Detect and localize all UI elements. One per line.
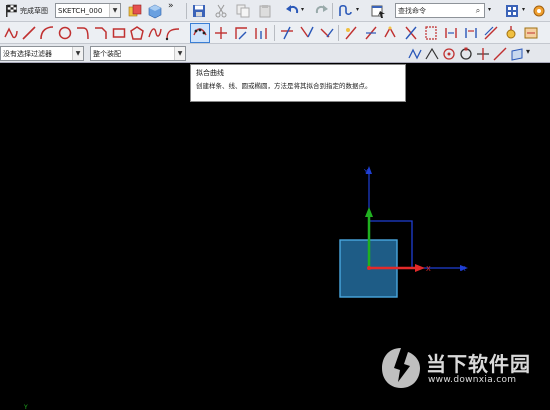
toolbar-separator — [332, 3, 333, 19]
view-cube-icon[interactable] — [146, 2, 164, 20]
csys-y-label: Y — [363, 168, 369, 176]
settings-icon[interactable] — [530, 2, 548, 20]
sketch-name-select[interactable]: SKETCH_000 ▼ — [55, 3, 121, 18]
overflow-chevron-icon[interactable]: » — [168, 1, 174, 11]
snap-on-curve-icon[interactable] — [491, 45, 509, 63]
sketch-y-arrowhead — [365, 207, 373, 217]
make-corner-icon[interactable] — [318, 24, 336, 42]
fillet-icon[interactable] — [74, 24, 92, 42]
snap-curve-icon[interactable] — [406, 45, 424, 63]
toolbar-separator — [274, 25, 275, 41]
command-search-placeholder: 查找命令 — [398, 6, 426, 15]
point-icon[interactable] — [212, 24, 230, 42]
toolbar-separator — [186, 3, 187, 19]
sketch-x-arrowhead — [415, 264, 425, 272]
undo-icon[interactable] — [284, 2, 302, 20]
selection-filter-bar: 没有选择过滤器 ▼ 整个装配 ▼ ▾ — [0, 44, 550, 63]
derived-lines-icon[interactable] — [252, 24, 270, 42]
animate-dimension-icon[interactable] — [462, 24, 480, 42]
circle-icon[interactable] — [56, 24, 74, 42]
polygon-icon[interactable] — [128, 24, 146, 42]
profile-icon[interactable] — [2, 24, 20, 42]
sketch-curve-toolbar — [0, 22, 550, 44]
csys-x-label: X — [461, 265, 466, 273]
reattach-icon[interactable] — [126, 2, 144, 20]
convert-reference-icon[interactable] — [422, 24, 440, 42]
command-search-input[interactable]: 查找命令 ⌕ — [395, 3, 485, 18]
copy-icon[interactable] — [234, 2, 252, 20]
paste-icon[interactable] — [256, 2, 274, 20]
sketch-origin-point[interactable] — [367, 266, 371, 270]
selection-scope-select[interactable]: 整个装配 ▼ — [90, 46, 186, 61]
watermark-text: 当下软件园 — [426, 352, 531, 376]
layout-dropdown-icon[interactable]: ▾ — [522, 6, 525, 13]
cut-icon[interactable] — [212, 2, 230, 20]
finish-sketch-flag-icon[interactable] — [2, 2, 20, 20]
type-filter-value: 没有选择过滤器 — [3, 49, 52, 58]
rectangle-icon[interactable] — [110, 24, 128, 42]
constraint-icon[interactable] — [342, 24, 360, 42]
save-icon[interactable] — [190, 2, 208, 20]
sketch-name-value: SKETCH_000 — [58, 6, 103, 15]
geometric-constraints-icon[interactable] — [362, 24, 380, 42]
sketch-x-label: X — [426, 265, 431, 273]
sketch-settings-icon[interactable] — [502, 24, 520, 42]
layout-grid-icon[interactable] — [503, 2, 521, 20]
conic-icon[interactable] — [164, 24, 182, 42]
toolbar-separator — [338, 25, 339, 41]
quick-trim-icon[interactable] — [278, 24, 296, 42]
search-icon: ⌕ — [472, 4, 484, 17]
top-toolbar: 完成草图 SKETCH_000 ▼ » ▾ ▾ 查找命令 ⌕ ▾ ▾ — [0, 0, 550, 22]
arc-icon[interactable] — [38, 24, 56, 42]
snap-quadrant-icon[interactable] — [457, 45, 475, 63]
view-triad-y-label: Y — [23, 404, 28, 410]
chevron-down-icon: ▼ — [109, 4, 120, 17]
undo-dropdown-icon[interactable]: ▾ — [301, 6, 304, 13]
watermark-logo — [382, 348, 420, 388]
inferred-constraints-icon[interactable] — [482, 24, 500, 42]
snap-endpoint-icon[interactable] — [423, 45, 441, 63]
dropdown-icon[interactable]: ▾ — [356, 6, 359, 13]
auto-constrain-icon[interactable] — [382, 24, 400, 42]
chevron-down-icon: ▼ — [72, 47, 83, 60]
offset-curve-icon[interactable] — [232, 24, 250, 42]
line-icon[interactable] — [20, 24, 38, 42]
alternate-solution-icon[interactable] — [442, 24, 460, 42]
snap-center-icon[interactable] — [440, 45, 458, 63]
chamfer-icon[interactable] — [92, 24, 110, 42]
quick-extend-icon[interactable] — [298, 24, 316, 42]
command-finder-icon[interactable] — [336, 2, 354, 20]
finish-sketch-label[interactable]: 完成草图 — [20, 6, 48, 16]
redo-icon[interactable] — [312, 2, 330, 20]
selection-scope-value: 整个装配 — [93, 49, 121, 58]
snap-intersection-icon[interactable] — [474, 45, 492, 63]
spline-icon[interactable] — [146, 24, 164, 42]
watermark-url: www.downxia.com — [428, 375, 517, 385]
chevron-down-icon: ▼ — [174, 47, 185, 60]
fit-curve-icon[interactable] — [191, 24, 209, 42]
overflow-chevron-icon[interactable]: ▾ — [526, 47, 530, 56]
snap-face-icon[interactable] — [508, 45, 526, 63]
search-dropdown-icon[interactable]: ▾ — [488, 6, 491, 13]
type-filter-select[interactable]: 没有选择过滤器 ▼ — [0, 46, 84, 61]
delayed-evaluation-icon[interactable] — [522, 24, 540, 42]
show-constraints-icon[interactable] — [402, 24, 420, 42]
window-icon[interactable] — [369, 2, 387, 20]
